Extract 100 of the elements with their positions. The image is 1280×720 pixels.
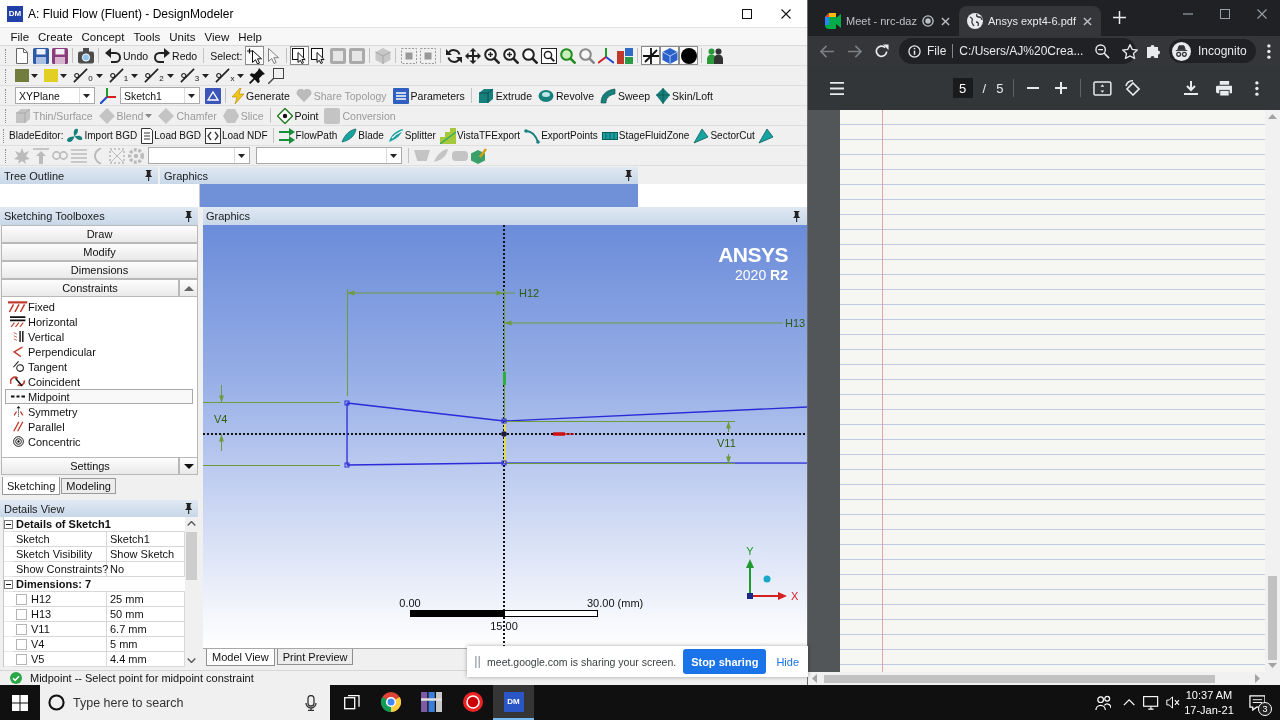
toolbar-button[interactable]: Parameters bbox=[389, 86, 468, 105]
menu-item[interactable]: Units bbox=[164, 30, 200, 43]
toolbar-button[interactable] bbox=[482, 46, 502, 65]
hide-link[interactable]: Hide bbox=[773, 655, 802, 668]
star-icon[interactable] bbox=[1122, 43, 1139, 59]
download-button[interactable] bbox=[1182, 78, 1200, 98]
toolbox-group-button[interactable]: Settings bbox=[1, 457, 179, 475]
toolbar-button[interactable] bbox=[539, 46, 559, 65]
fit-page-button[interactable] bbox=[1091, 78, 1114, 98]
search-field[interactable]: Type here to search bbox=[40, 685, 330, 720]
menu-item[interactable]: Create bbox=[33, 30, 78, 43]
toolbar-button[interactable] bbox=[245, 46, 265, 65]
browser-tab[interactable]: Meet - nrc-daz bbox=[817, 6, 959, 36]
toolbar-button[interactable]: Point bbox=[273, 106, 322, 125]
toolbar-button[interactable]: FlowPath bbox=[276, 126, 340, 145]
toolbar-button[interactable] bbox=[444, 46, 464, 65]
toolbar-button[interactable]: VistaTFExport bbox=[437, 126, 523, 145]
toolbar-button[interactable] bbox=[679, 46, 699, 65]
scroll-up-button[interactable] bbox=[179, 279, 198, 297]
toolbar-button[interactable]: Load BGD bbox=[139, 126, 203, 145]
toolbox-group-button[interactable]: Dimensions bbox=[1, 261, 198, 279]
toolbar-button[interactable] bbox=[203, 86, 222, 105]
toolbar-button[interactable]: Extrude bbox=[474, 86, 536, 105]
minus-box-icon[interactable] bbox=[4, 579, 13, 589]
tab[interactable]: Print Preview bbox=[276, 649, 354, 665]
tab[interactable]: Modeling bbox=[61, 478, 116, 494]
scrollbar[interactable] bbox=[808, 672, 1280, 685]
constraint-item[interactable]: Symmetry bbox=[5, 404, 193, 419]
toolbar-button[interactable] bbox=[520, 46, 540, 65]
toolbar-button[interactable]: Splitter bbox=[385, 126, 438, 145]
menu-item[interactable]: Concept bbox=[77, 30, 129, 43]
print-button[interactable] bbox=[1215, 78, 1233, 98]
page-number-field[interactable]: 5 bbox=[952, 78, 973, 98]
dropdown[interactable]: Sketch1 bbox=[120, 87, 200, 104]
magnifier-minus-icon[interactable] bbox=[1095, 43, 1111, 59]
toolbar-button[interactable]: StageFluidZone bbox=[599, 126, 692, 145]
constraint-item[interactable]: Vertical bbox=[5, 329, 193, 344]
toolbar-button[interactable]: 0 bbox=[70, 66, 106, 85]
dropdown[interactable]: XYPlane bbox=[15, 87, 95, 104]
toolbar-button[interactable]: 2 bbox=[141, 66, 177, 85]
toolbar-button[interactable]: Blade bbox=[339, 126, 386, 145]
scrollbar[interactable] bbox=[1265, 110, 1280, 672]
minus-box-icon[interactable] bbox=[4, 519, 13, 529]
toolbar-button[interactable]: Undo bbox=[102, 46, 152, 65]
constraint-item[interactable]: Fixed bbox=[5, 299, 193, 314]
constraint-item[interactable]: Midpoint bbox=[5, 389, 193, 404]
constraint-item[interactable]: Coincident bbox=[5, 374, 193, 389]
toolbar-button[interactable] bbox=[596, 46, 616, 65]
constraint-item[interactable]: Parallel bbox=[5, 419, 193, 434]
constraint-item[interactable]: Horizontal bbox=[5, 314, 193, 329]
checkbox[interactable] bbox=[16, 623, 27, 635]
toolbar-button[interactable]: x bbox=[212, 66, 248, 85]
notifications-button[interactable]: 3 bbox=[1234, 685, 1280, 720]
toolbox-group-button[interactable]: Constraints bbox=[1, 279, 179, 297]
checkbox[interactable] bbox=[16, 608, 27, 620]
browser-tab[interactable]: Ansys expt4-6.pdf bbox=[958, 6, 1101, 36]
menu-item[interactable]: Help bbox=[233, 30, 267, 43]
toolbar-button[interactable] bbox=[76, 46, 95, 65]
menu-item[interactable]: View bbox=[199, 30, 234, 43]
toolbar-button[interactable] bbox=[50, 46, 69, 65]
scroll-down-button[interactable] bbox=[179, 457, 198, 475]
toolbar-button[interactable]: Redo bbox=[151, 46, 201, 65]
constraint-item[interactable]: Tangent bbox=[5, 359, 193, 374]
scrollbar-thumb[interactable] bbox=[1268, 576, 1277, 660]
constraint-item[interactable]: Perpendicular bbox=[5, 344, 193, 359]
address-bar[interactable]: File C:/Users/AJ%20Crea... bbox=[899, 38, 1136, 64]
toolbar-button[interactable]: ExportPoints bbox=[522, 126, 600, 145]
toolbar-button[interactable] bbox=[247, 66, 267, 85]
scrollbar-thumb[interactable] bbox=[186, 532, 197, 580]
tab[interactable]: Model View bbox=[206, 649, 275, 666]
menu-item[interactable]: File bbox=[6, 30, 34, 43]
toolbox-group-button[interactable]: Modify bbox=[1, 243, 198, 261]
scrollbar-thumb[interactable] bbox=[824, 674, 1215, 683]
menu-item[interactable]: Tools bbox=[128, 30, 165, 43]
toolbar-button[interactable]: SectorCut bbox=[691, 126, 757, 145]
toolbar-button[interactable] bbox=[641, 46, 661, 65]
stop-sharing-button[interactable]: Stop sharing bbox=[683, 649, 767, 674]
toolbar-button[interactable] bbox=[31, 46, 50, 65]
toolbar-button[interactable]: Generate bbox=[229, 86, 293, 105]
constraint-item[interactable]: Concentric bbox=[5, 434, 193, 449]
toolbar-button[interactable]: 3 bbox=[176, 66, 213, 85]
rotate-button[interactable] bbox=[1123, 78, 1142, 98]
clock[interactable]: 10:37 AM 17-Jan-21 bbox=[1184, 685, 1234, 720]
toolbar-button[interactable]: Skin/Loft bbox=[653, 86, 716, 105]
toolbar-button[interactable] bbox=[705, 46, 725, 65]
toolbar-button[interactable]: Revolve bbox=[535, 86, 597, 105]
checkbox[interactable] bbox=[16, 593, 27, 605]
toolbar-button[interactable]: Sweep bbox=[596, 86, 654, 105]
toolbar-button[interactable] bbox=[290, 46, 310, 65]
tab[interactable]: Sketching bbox=[2, 477, 61, 495]
toolbar-button[interactable]: 1 bbox=[105, 66, 142, 85]
taskbar-button[interactable]: DM bbox=[493, 685, 534, 720]
toolbar-button[interactable]: Load NDF bbox=[203, 126, 270, 145]
checkbox[interactable] bbox=[16, 638, 27, 650]
toolbar-button[interactable] bbox=[98, 86, 117, 105]
checkbox[interactable] bbox=[16, 653, 27, 665]
toolbar-button[interactable]: Import BGD bbox=[65, 126, 140, 145]
toolbox-group-button[interactable]: Draw bbox=[1, 225, 198, 243]
toolbar-button[interactable] bbox=[463, 46, 483, 65]
profile-button[interactable]: Incognito bbox=[1169, 39, 1256, 63]
